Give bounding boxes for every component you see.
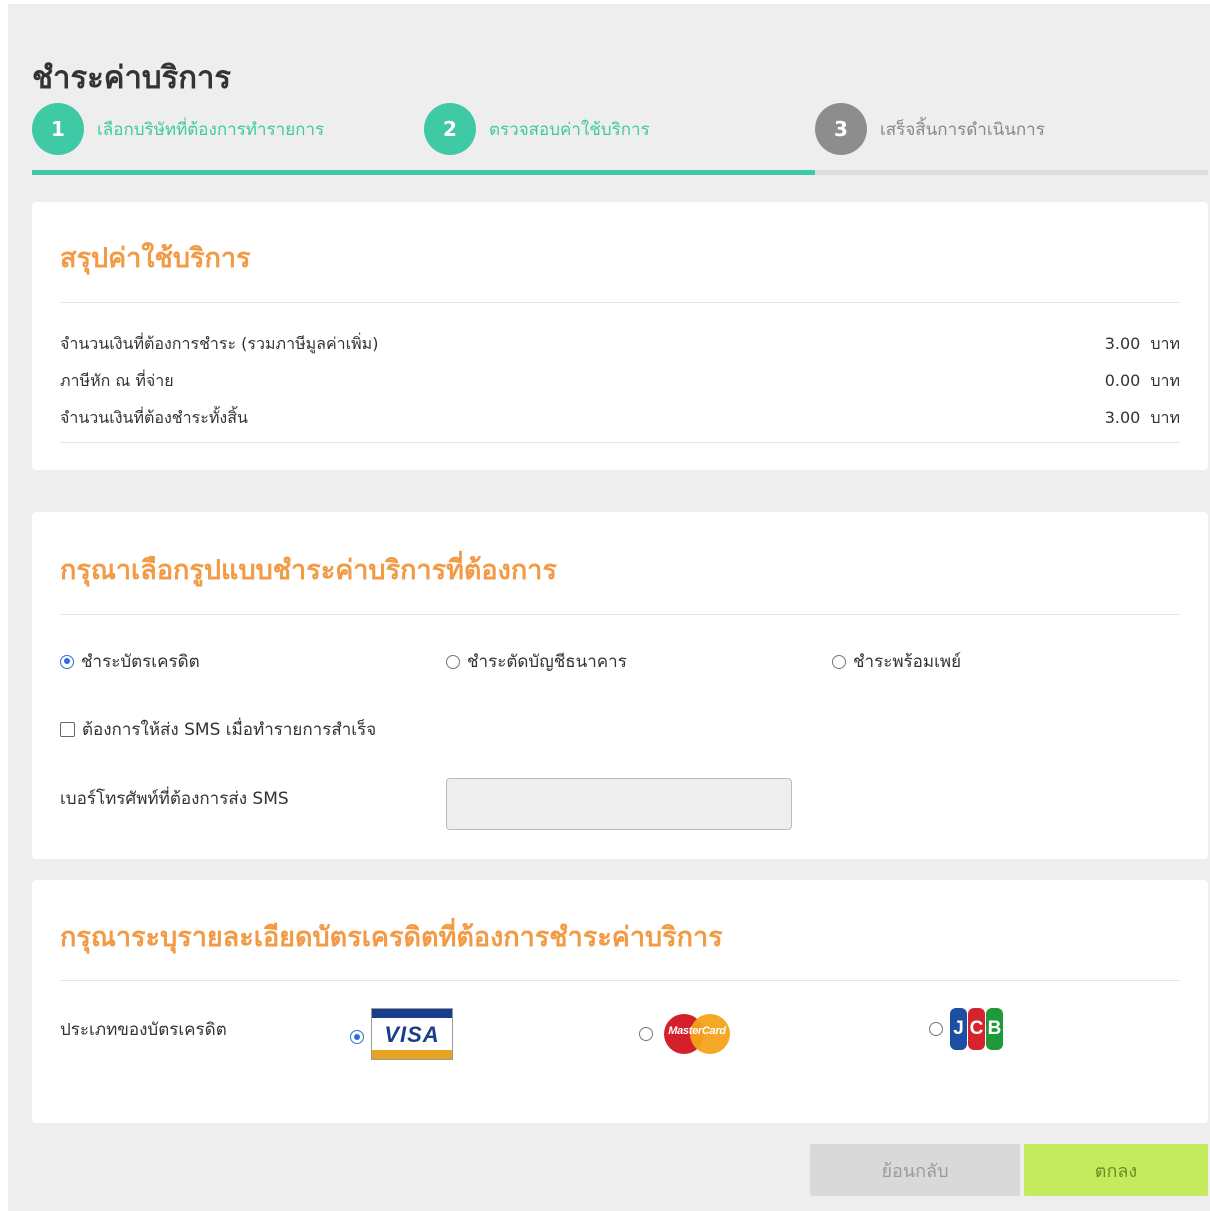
step-2-number: 2 — [424, 103, 476, 155]
step-3-number: 3 — [815, 103, 867, 155]
phone-input[interactable] — [446, 778, 792, 830]
jcb-letter-b: B — [986, 1008, 1003, 1050]
card-details-title: กรุณาระบุรายละเอียดบัตรเครดิตที่ต้องการช… — [60, 922, 723, 953]
step-1-number: 1 — [32, 103, 84, 155]
amount-value: 3.00 — [1104, 333, 1141, 353]
card-option-visa[interactable]: VISA — [350, 1008, 453, 1060]
radio-button[interactable] — [832, 654, 846, 669]
card-type-label: ประเภทของบัตรเครดิต — [60, 1020, 227, 1040]
step-2-label: ตรวจสอบค่าใช้บริการ — [489, 119, 650, 140]
summary-row-label: จำนวนเงินที่ต้องชำระทั้งสิ้น — [60, 407, 248, 427]
step-1: 1 เลือกบริษัทที่ต้องการทำรายการ — [32, 103, 324, 155]
summary-row-label: จำนวนเงินที่ต้องการชำระ (รวมภาษีมูลค่าเพ… — [60, 333, 379, 353]
amount-unit: บาท — [1150, 333, 1180, 353]
summary-row-amount: 3.00 บาท — [1105, 406, 1180, 431]
sms-checkbox-label: ต้องการให้ส่ง SMS เมื่อทำรายการสำเร็จ — [82, 720, 377, 740]
radio-button[interactable] — [350, 1030, 364, 1044]
card-option-mastercard[interactable]: MasterCard — [639, 1010, 734, 1058]
summary-row-label: ภาษีหัก ณ ที่จ่าย — [60, 370, 174, 390]
step-3: 3 เสร็จสิ้นการดำเนินการ — [815, 103, 1045, 155]
radio-button[interactable] — [446, 654, 460, 669]
payment-method-title: กรุณาเลือกรูปแบบชำระค่าบริการที่ต้องการ — [60, 555, 557, 586]
summary-bottom-divider — [60, 442, 1180, 443]
jcb-letter-c: C — [968, 1008, 985, 1050]
card-details-card: กรุณาระบุรายละเอียดบัตรเครดิตที่ต้องการช… — [32, 880, 1208, 1123]
amount-unit: บาท — [1150, 370, 1180, 390]
summary-title: สรุปค่าใช้บริการ — [60, 243, 251, 274]
step-2: 2 ตรวจสอบค่าใช้บริการ — [424, 103, 650, 155]
visa-logo[interactable]: VISA — [371, 1008, 453, 1060]
amount-unit: บาท — [1150, 407, 1180, 427]
summary-row: จำนวนเงินที่ต้องชำระทั้งสิ้น 3.00 บาท — [60, 406, 1180, 430]
summary-card: สรุปค่าใช้บริการ จำนวนเงินที่ต้องการชำระ… — [32, 202, 1208, 470]
amount-value: 3.00 — [1104, 407, 1141, 427]
stepper-progress-track — [32, 170, 1208, 175]
radio-option-credit-card[interactable]: ชำระบัตรเครดิต — [60, 648, 200, 675]
stepper-progress-fill — [32, 170, 815, 175]
summary-row-amount: 3.00 บาท — [1105, 332, 1180, 357]
visa-band-bottom — [372, 1050, 452, 1059]
back-button[interactable]: ย้อนกลับ — [810, 1144, 1020, 1196]
card-details-divider — [60, 980, 1180, 981]
ok-button[interactable]: ตกลง — [1024, 1144, 1208, 1196]
summary-row: จำนวนเงินที่ต้องการชำระ (รวมภาษีมูลค่าเพ… — [60, 332, 1180, 356]
jcb-letter-j: J — [950, 1008, 967, 1050]
radio-option-promptpay[interactable]: ชำระพร้อมเพย์ — [832, 648, 961, 675]
sms-checkbox-option[interactable]: ต้องการให้ส่ง SMS เมื่อทำรายการสำเร็จ — [60, 716, 376, 743]
sms-checkbox[interactable] — [60, 722, 75, 737]
payment-method-card: กรุณาเลือกรูปแบบชำระค่าบริการที่ต้องการ … — [32, 512, 1208, 859]
radio-label: ชำระพร้อมเพย์ — [853, 652, 962, 672]
radio-button[interactable] — [639, 1027, 653, 1041]
mastercard-logo[interactable]: MasterCard — [660, 1010, 734, 1058]
visa-text: VISA — [384, 1022, 440, 1047]
summary-divider — [60, 302, 1180, 303]
page-title: ชำระค่าบริการ — [32, 60, 232, 96]
mastercard-text: MasterCard — [668, 1025, 726, 1037]
step-3-label: เสร็จสิ้นการดำเนินการ — [880, 119, 1045, 140]
payment-method-divider — [60, 614, 1180, 615]
radio-option-bank-debit[interactable]: ชำระตัดบัญชีธนาคาร — [446, 648, 627, 675]
jcb-logo[interactable]: J C B — [950, 1008, 1004, 1050]
radio-label: ชำระบัตรเครดิต — [81, 652, 200, 672]
radio-label: ชำระตัดบัญชีธนาคาร — [467, 652, 627, 672]
page-background: ชำระค่าบริการ 1 เลือกบริษัทที่ต้องการทำร… — [8, 4, 1210, 1211]
phone-label: เบอร์โทรศัพท์ที่ต้องการส่ง SMS — [60, 789, 289, 809]
visa-band-top — [372, 1009, 452, 1018]
summary-row: ภาษีหัก ณ ที่จ่าย 0.00 บาท — [60, 369, 1180, 393]
radio-button[interactable] — [929, 1022, 943, 1036]
step-1-label: เลือกบริษัทที่ต้องการทำรายการ — [97, 119, 325, 140]
summary-row-amount: 0.00 บาท — [1105, 369, 1180, 394]
radio-button[interactable] — [60, 654, 74, 669]
card-option-jcb[interactable]: J C B — [929, 1008, 1004, 1050]
amount-value: 0.00 — [1104, 370, 1141, 390]
